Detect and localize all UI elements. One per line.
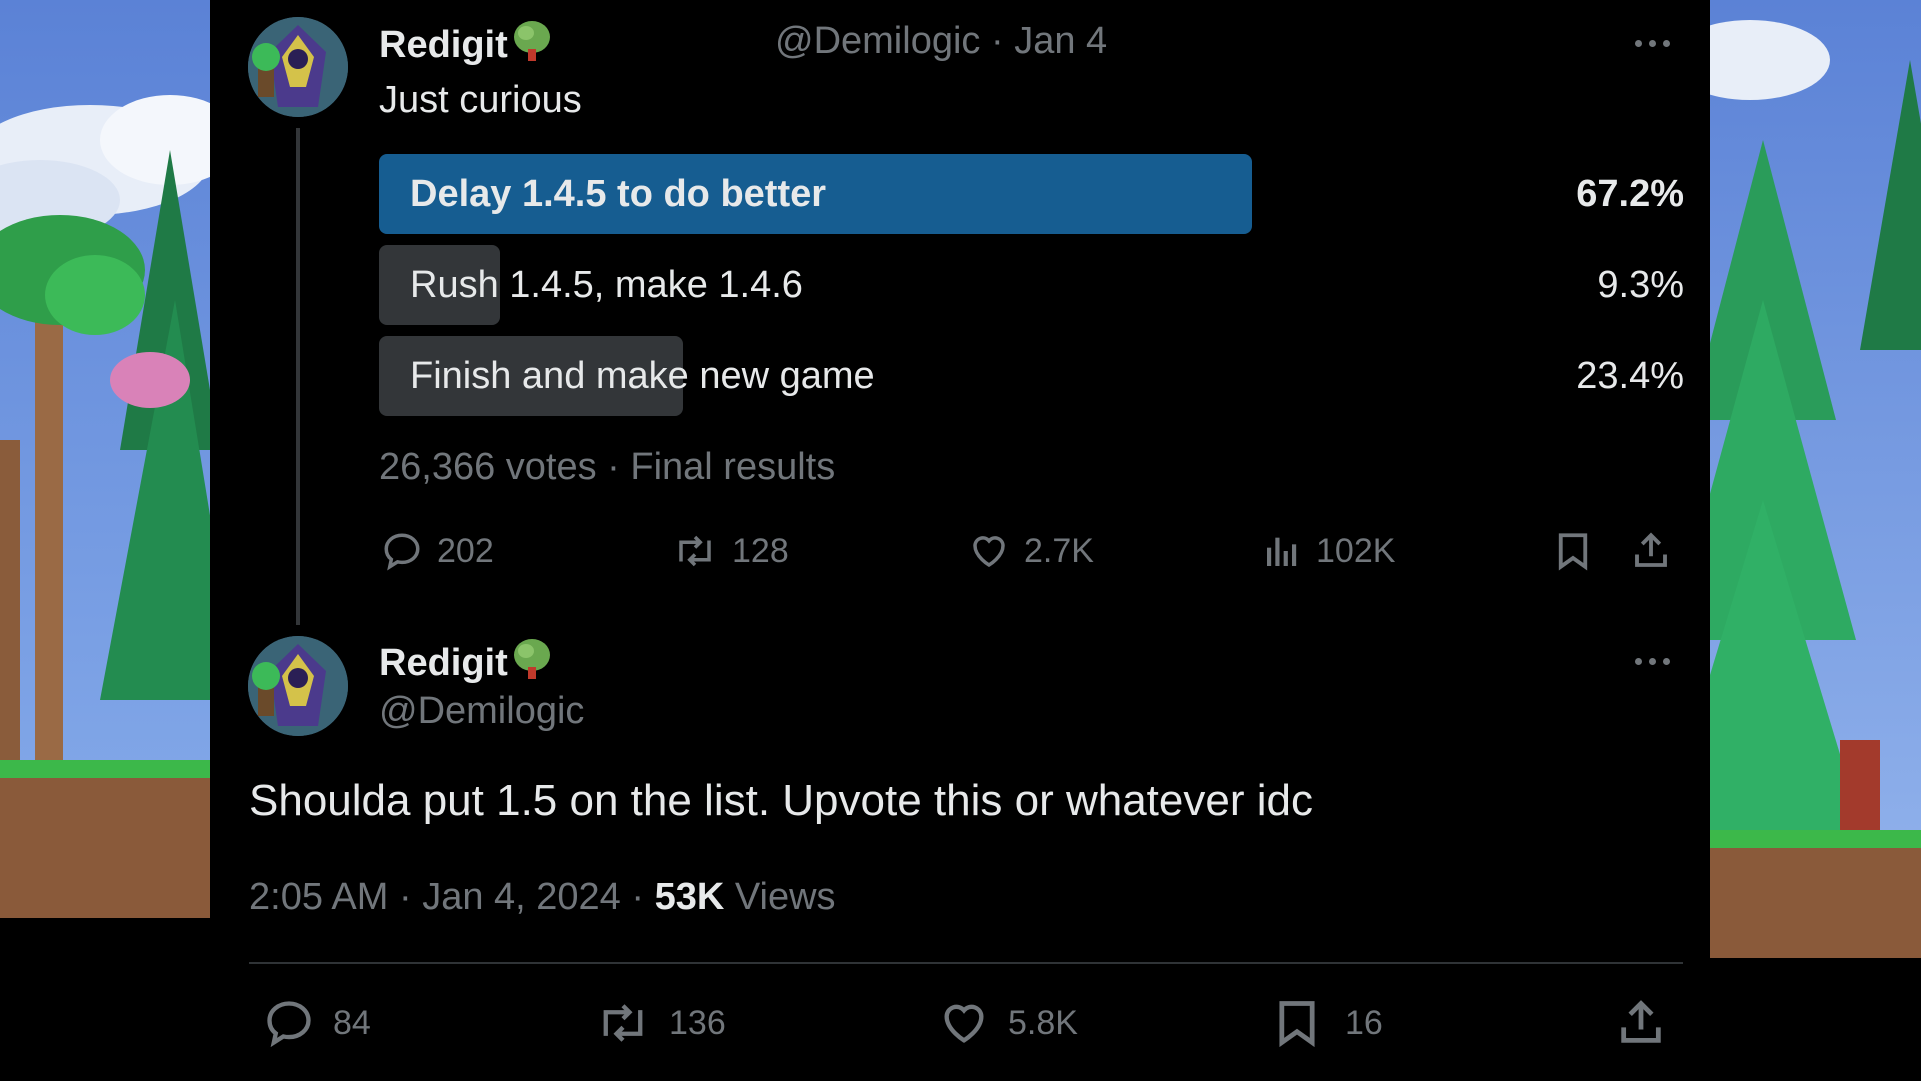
game-background-right xyxy=(1710,0,1921,1081)
reply-button[interactable]: 84 xyxy=(263,997,371,1049)
analytics-icon xyxy=(1262,530,1302,572)
repost-count: 136 xyxy=(669,1003,726,1042)
reply-author-handle[interactable]: @Demilogic xyxy=(379,690,584,733)
repost-icon xyxy=(595,997,651,1049)
more-options-icon[interactable] xyxy=(1635,653,1679,669)
bookmark-button[interactable]: 16 xyxy=(1275,997,1383,1049)
share-button[interactable] xyxy=(1615,997,1667,1049)
separator: · xyxy=(990,20,1004,62)
post-date-full[interactable]: Jan 4, 2024 xyxy=(422,876,621,918)
repost-icon xyxy=(672,530,718,572)
thread-connector-line xyxy=(296,128,300,625)
reply-post-text: Shoulda put 1.5 on the list. Upvote this… xyxy=(249,776,1313,825)
repost-button[interactable]: 136 xyxy=(595,997,726,1049)
tree-icon xyxy=(512,19,552,73)
bookmark-icon xyxy=(1554,530,1592,572)
poll-option-label: Finish and make new game xyxy=(410,355,875,397)
poll-option: Rush 1.4.5, make 1.4.6 9.3% xyxy=(379,245,1684,325)
author-name[interactable]: Redigit xyxy=(379,19,552,73)
bookmark-button[interactable] xyxy=(1554,530,1592,572)
reply-count: 202 xyxy=(437,531,494,570)
share-icon xyxy=(1615,997,1667,1049)
reply-author-avatar[interactable] xyxy=(248,636,348,736)
views-button[interactable]: 102K xyxy=(1262,530,1395,572)
author-handle-date: @Demilogic · Jan 4 xyxy=(775,20,1107,63)
views-count: 102K xyxy=(1316,531,1396,570)
poll-option-label: Delay 1.4.5 to do better xyxy=(410,173,827,215)
author-avatar[interactable] xyxy=(248,17,348,117)
share-button[interactable] xyxy=(1630,530,1672,572)
share-icon xyxy=(1630,530,1672,572)
poll-option: Finish and make new game 23.4% xyxy=(379,336,1684,416)
post-date[interactable]: Jan 4 xyxy=(1014,20,1107,62)
poll-option-percent: 23.4% xyxy=(1576,355,1684,397)
like-count: 2.7K xyxy=(1024,531,1094,570)
post-timestamp: 2:05 AM · Jan 4, 2024 · 53K Views xyxy=(249,876,836,918)
post-time[interactable]: 2:05 AM xyxy=(249,876,388,918)
reply-icon xyxy=(263,997,315,1049)
like-button[interactable]: 5.8K xyxy=(938,997,1078,1049)
author-handle[interactable]: @Demilogic xyxy=(775,20,980,62)
reply-count: 84 xyxy=(333,1003,371,1042)
repost-count: 128 xyxy=(732,531,789,570)
reply-author-name[interactable]: Redigit xyxy=(379,637,552,691)
bookmark-count: 16 xyxy=(1345,1003,1383,1042)
poll-option: Delay 1.4.5 to do better 67.2% xyxy=(379,154,1684,234)
tweet-thread: Redigit @Demilogic · Jan 4 Just curious … xyxy=(210,0,1710,1081)
tree-icon xyxy=(512,637,552,691)
post-text: Just curious xyxy=(379,79,582,121)
like-count: 5.8K xyxy=(1008,1003,1078,1042)
like-button[interactable]: 2.7K xyxy=(968,530,1094,572)
repost-button[interactable]: 128 xyxy=(672,530,789,572)
poll-results-meta: 26,366 votes · Final results xyxy=(379,446,836,488)
bookmark-icon xyxy=(1275,997,1319,1049)
heart-icon xyxy=(968,530,1010,572)
heart-icon xyxy=(938,997,990,1049)
poll-option-percent: 9.3% xyxy=(1597,264,1684,306)
game-background-left xyxy=(0,0,210,1081)
reply-button[interactable]: 202 xyxy=(381,530,494,572)
poll-option-label: Rush 1.4.5, make 1.4.6 xyxy=(410,264,803,306)
views-label: Views xyxy=(734,876,836,918)
views-total: 53K xyxy=(654,876,725,918)
poll-option-percent: 67.2% xyxy=(1576,173,1684,215)
divider xyxy=(249,962,1683,964)
reply-icon xyxy=(381,530,423,572)
more-options-icon[interactable] xyxy=(1635,35,1679,51)
